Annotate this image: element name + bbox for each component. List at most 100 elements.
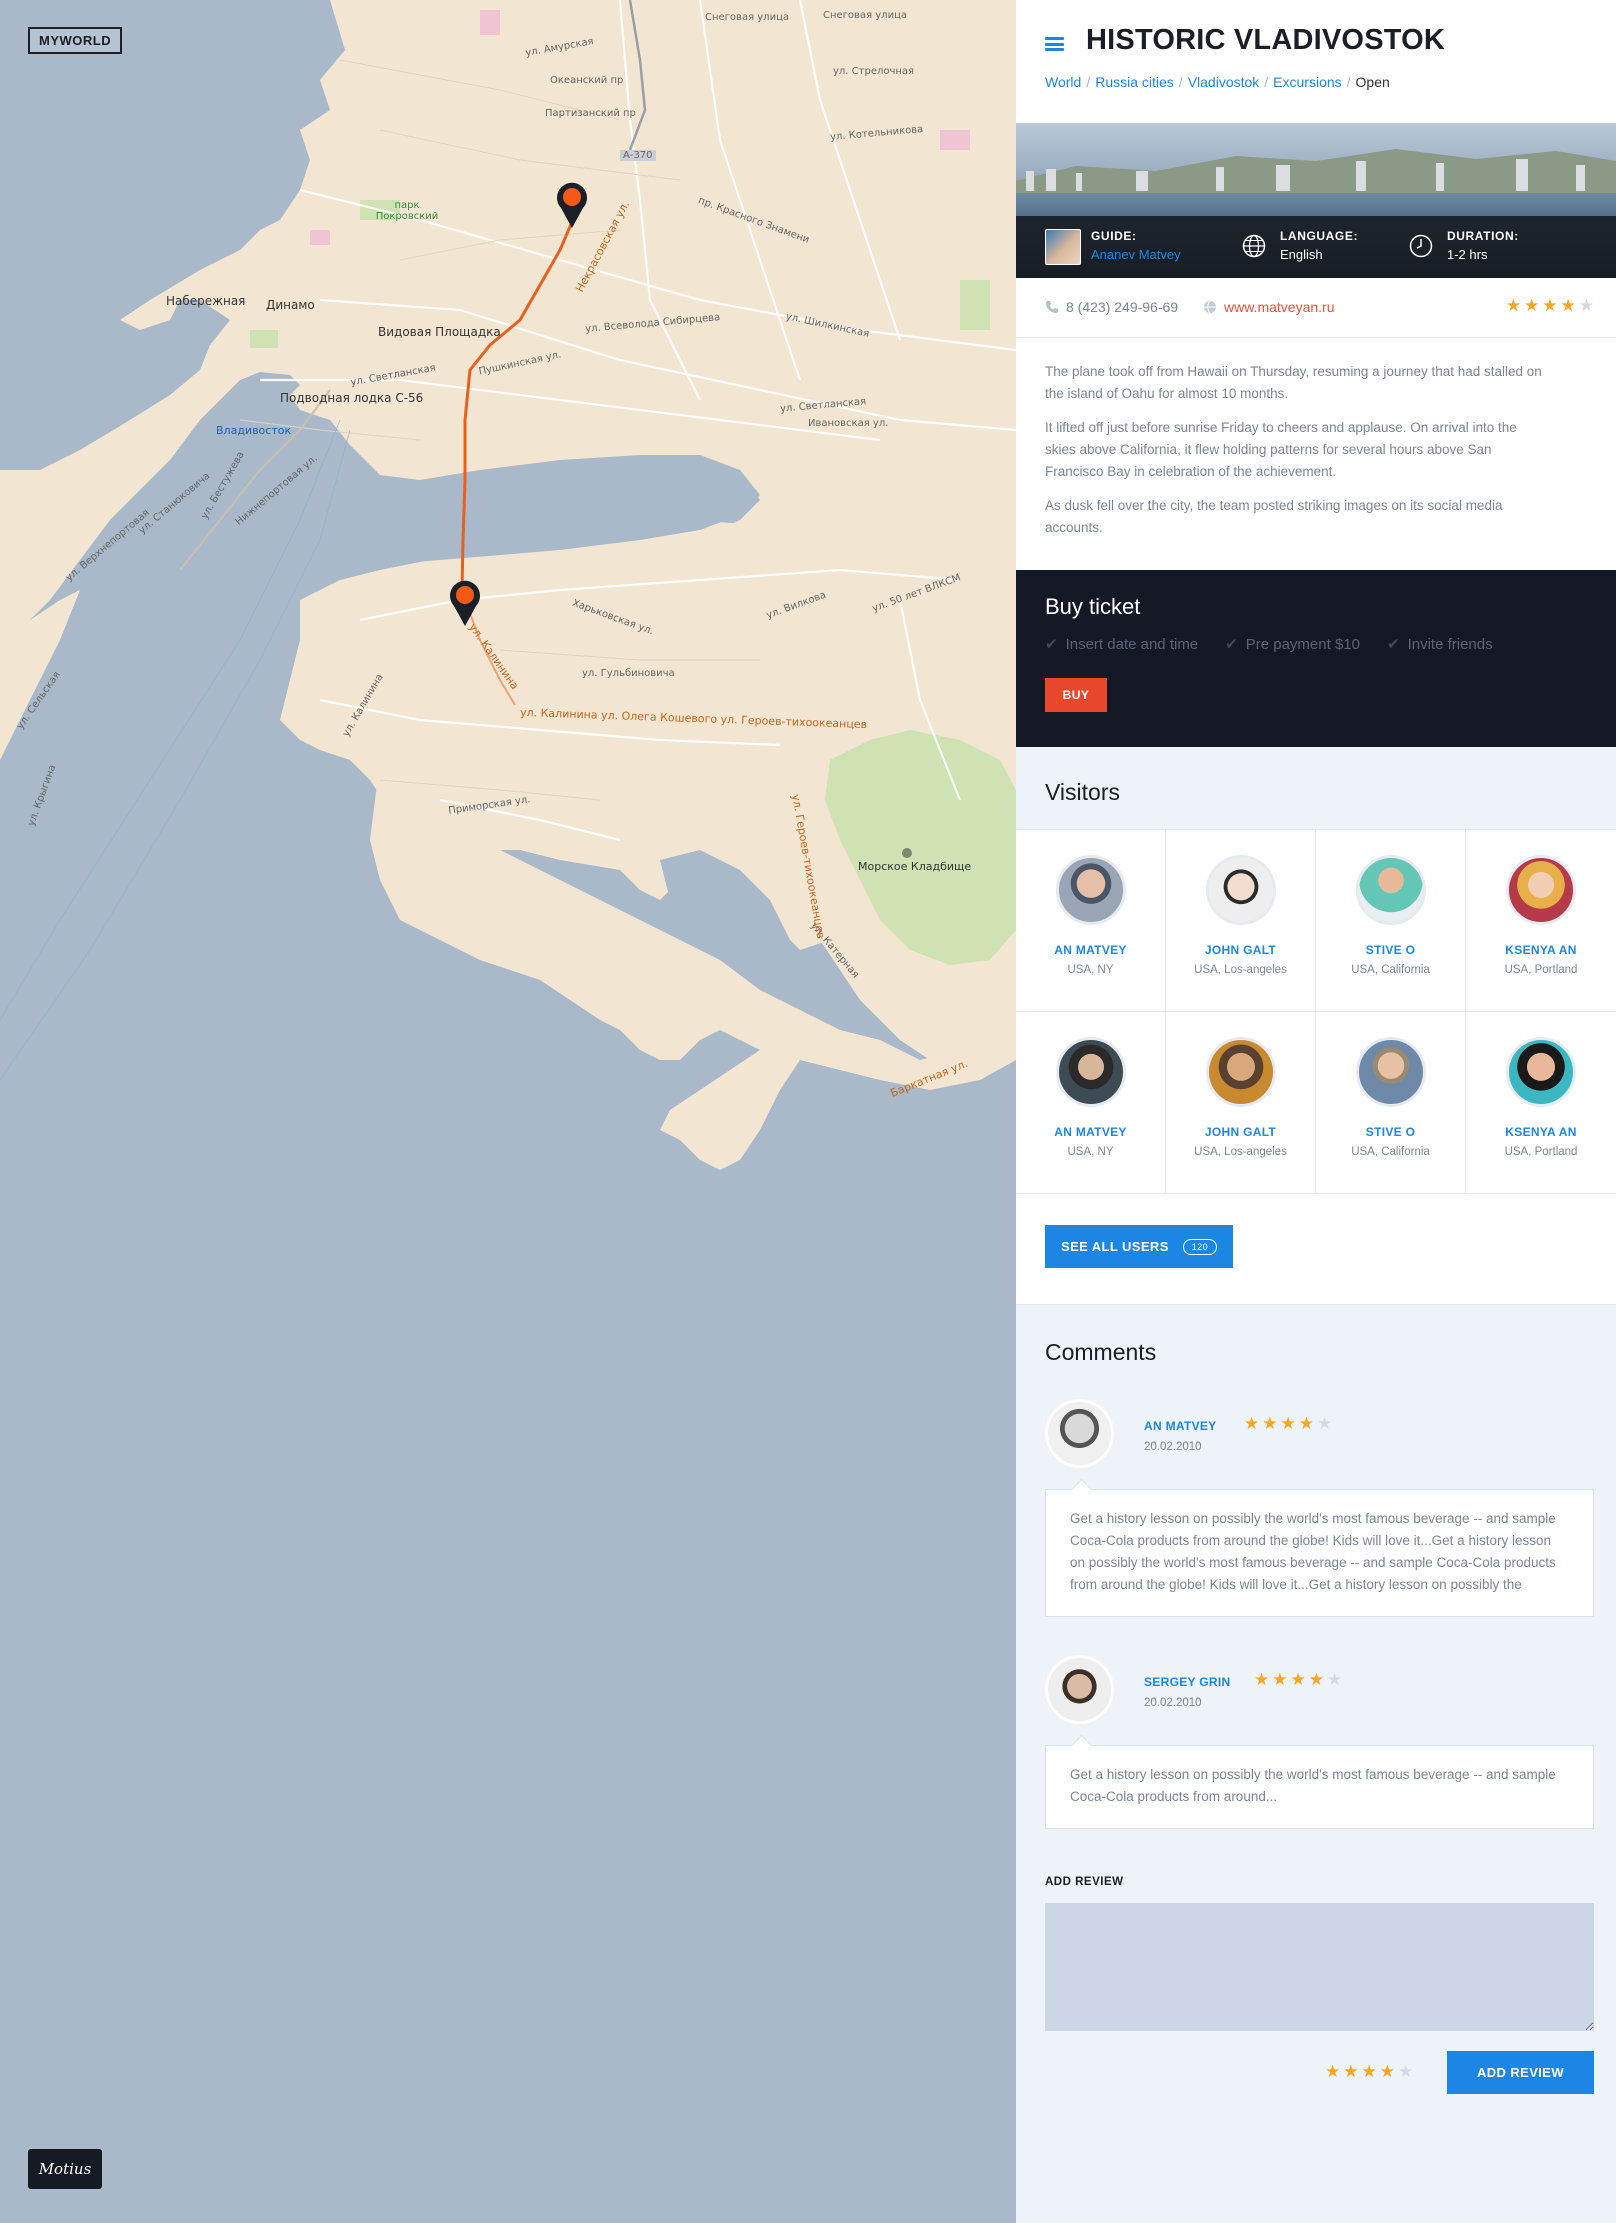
add-review-label: ADD REVIEW xyxy=(1045,1876,1124,1888)
comments-section: Comments AN MATVEY 20.02.2010 ★ ★ ★ ★ ★ Get … xyxy=(1016,1305,1616,2127)
visitor-avatar[interactable] xyxy=(1205,1037,1276,1107)
buy-step: ✔ Insert date and time xyxy=(1045,635,1198,653)
comment-header: SERGEY GRIN 20.02.2010 ★ ★ ★ ★ ★ xyxy=(1045,1655,1594,1745)
map-label: Владивосток xyxy=(216,424,292,437)
comment: AN MATVEY 20.02.2010 ★ ★ ★ ★ ★ Get a history… xyxy=(1045,1399,1594,1617)
star-filled-icon[interactable]: ★ xyxy=(1325,2063,1340,2080)
visitor-card[interactable]: JOHN GALT USA, Los-angeles xyxy=(1166,830,1316,1012)
guide-avatar[interactable] xyxy=(1045,229,1081,265)
star-filled-icon: ★ xyxy=(1290,1670,1306,1689)
brand-badge: Motius xyxy=(28,2149,102,2189)
duration-label: DURATION: xyxy=(1447,229,1519,243)
star-filled-icon: ★ xyxy=(1254,1670,1270,1689)
visitor-name[interactable]: KSENYA AN xyxy=(1466,943,1616,957)
star-filled-icon[interactable]: ★ xyxy=(1343,2063,1358,2080)
website-link[interactable]: www.matveyan.ru xyxy=(1224,299,1334,315)
visitor-avatar[interactable] xyxy=(1055,1037,1126,1107)
phone-icon xyxy=(1046,301,1058,313)
comment-header: AN MATVEY 20.02.2010 ★ ★ ★ ★ ★ xyxy=(1045,1399,1594,1489)
language-info: LANGUAGE: English xyxy=(1280,229,1358,262)
breadcrumb-excursions[interactable]: Excursions xyxy=(1273,74,1341,90)
star-empty-icon[interactable]: ★ xyxy=(1398,2063,1413,2080)
visitor-avatar[interactable] xyxy=(1506,855,1576,925)
buy-ticket-section: Buy ticket ✔ Insert date and time ✔ Pre pa… xyxy=(1016,570,1616,747)
guide-info: GUIDE: Ananev Matvey xyxy=(1091,229,1181,262)
map-label: Морское Кладбище xyxy=(858,860,972,873)
see-all-wrap: SEE ALL USERS 120 xyxy=(1016,1194,1616,1305)
map-label: ул. Гульбиновича xyxy=(582,668,675,679)
star-empty-icon: ★ xyxy=(1317,1414,1333,1433)
breadcrumb-world[interactable]: World xyxy=(1045,74,1081,90)
visitor-avatar[interactable] xyxy=(1205,855,1276,925)
visitor-name[interactable]: KSENYA AN xyxy=(1466,1125,1616,1139)
star-filled-icon: ★ xyxy=(1560,296,1576,315)
visitor-name[interactable]: STIVE O xyxy=(1316,1125,1465,1139)
breadcrumb: World / Russia cities / Vladivostok / Excursio… xyxy=(1045,74,1390,90)
breadcrumb-vladivostok[interactable]: Vladivostok xyxy=(1188,74,1260,90)
comment-rating: ★ ★ ★ ★ ★ xyxy=(1244,1415,1332,1432)
visitor-avatar[interactable] xyxy=(1506,1037,1576,1107)
visitor-card[interactable]: STIVE O USA, California xyxy=(1316,1012,1466,1194)
review-rating-input[interactable]: ★ ★ ★ ★ ★ xyxy=(1325,2063,1413,2080)
visitor-avatar[interactable] xyxy=(1355,855,1426,925)
add-review-button[interactable]: ADD REVIEW xyxy=(1447,2051,1594,2094)
guide-name-link[interactable]: Ananev Matvey xyxy=(1091,247,1181,262)
visitor-card[interactable]: KSENYA AN USA, Portland xyxy=(1466,830,1616,1012)
route-start-marker[interactable] xyxy=(555,180,589,228)
comment-date: 20.02.2010 xyxy=(1144,1697,1202,1709)
visitors-grid: AN MATVEY USA, NY JOHN GALT USA, Los-ang… xyxy=(1016,829,1616,1194)
see-all-users-button[interactable]: SEE ALL USERS 120 xyxy=(1045,1225,1233,1268)
comment: SERGEY GRIN 20.02.2010 ★ ★ ★ ★ ★ Get a histo… xyxy=(1045,1655,1594,1829)
map-label: Партизанский пр xyxy=(545,108,636,119)
commenter-avatar[interactable] xyxy=(1045,1655,1114,1724)
language-value: English xyxy=(1280,247,1323,262)
map-label: Динамо xyxy=(266,298,315,312)
visitor-name[interactable]: AN MATVEY xyxy=(1016,943,1165,957)
visitor-name[interactable]: STIVE O xyxy=(1316,943,1465,957)
commenter-name[interactable]: AN MATVEY xyxy=(1144,1419,1216,1433)
star-filled-icon: ★ xyxy=(1280,1414,1296,1433)
star-filled-icon: ★ xyxy=(1505,296,1521,315)
visitor-card[interactable]: AN MATVEY USA, NY xyxy=(1016,830,1166,1012)
buy-button[interactable]: BUY xyxy=(1045,678,1107,712)
check-icon: ✔ xyxy=(1225,636,1238,653)
check-icon: ✔ xyxy=(1045,636,1058,653)
map[interactable]: Снеговая улица Снеговая улица ул. Амурск… xyxy=(0,0,1016,2223)
visitor-location: USA, NY xyxy=(1067,1146,1114,1158)
add-review-row: ★ ★ ★ ★ ★ ADD REVIEW xyxy=(1045,2051,1594,2127)
visitor-name[interactable]: AN MATVEY xyxy=(1016,1125,1165,1139)
visitor-avatar[interactable] xyxy=(1055,855,1126,925)
visitor-name[interactable]: JOHN GALT xyxy=(1166,1125,1315,1139)
visitor-location: USA, Portland xyxy=(1504,964,1578,976)
visitor-avatar[interactable] xyxy=(1355,1037,1426,1107)
review-textarea[interactable] xyxy=(1045,1903,1594,2031)
hamburger-menu-icon[interactable] xyxy=(1045,37,1064,51)
duration-value: 1-2 hrs xyxy=(1447,247,1488,262)
buy-step-label: Insert date and time xyxy=(1065,636,1199,653)
visitor-location: USA, Portland xyxy=(1504,1146,1578,1158)
app-logo[interactable]: MYWORLD xyxy=(28,27,123,54)
visitor-location: USA, NY xyxy=(1067,964,1114,976)
visitor-name[interactable]: JOHN GALT xyxy=(1166,943,1315,957)
commenter-name[interactable]: SERGEY GRIN xyxy=(1144,1675,1230,1689)
visitor-card[interactable]: STIVE O USA, California xyxy=(1316,830,1466,1012)
visitor-card[interactable]: KSENYA AN USA, Portland xyxy=(1466,1012,1616,1194)
map-label: парк Покровский xyxy=(375,200,439,222)
buy-step: ✔ Invite friends xyxy=(1387,635,1493,653)
commenter-avatar[interactable] xyxy=(1045,1399,1114,1468)
star-filled-icon[interactable]: ★ xyxy=(1362,2063,1377,2080)
star-filled-icon: ★ xyxy=(1244,1414,1260,1433)
visitor-card[interactable]: JOHN GALT USA, Los-angeles xyxy=(1166,1012,1316,1194)
description-paragraph: The plane took off from Hawaii on Thursd… xyxy=(1045,364,1542,401)
visitor-card[interactable]: AN MATVEY USA, NY xyxy=(1016,1012,1166,1194)
map-label: Океанский пр xyxy=(550,75,624,86)
star-filled-icon[interactable]: ★ xyxy=(1380,2063,1395,2080)
comment-rating: ★ ★ ★ ★ ★ xyxy=(1254,1671,1342,1688)
tour-rating: ★ ★ ★ ★ ★ xyxy=(1506,297,1594,314)
description-paragraph: As dusk fell over the city, the team pos… xyxy=(1045,498,1503,535)
breadcrumb-russia-cities[interactable]: Russia cities xyxy=(1095,74,1174,90)
guide-label: GUIDE: xyxy=(1091,229,1137,243)
phone-number[interactable]: 8 (423) 249-96-69 xyxy=(1066,299,1178,315)
route-end-marker[interactable] xyxy=(448,578,482,626)
visitors-section: Visitors AN MATVEY USA, NY JOHN GALT USA… xyxy=(1016,747,1616,1305)
